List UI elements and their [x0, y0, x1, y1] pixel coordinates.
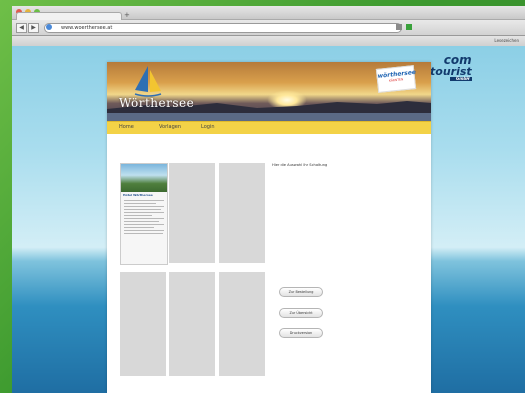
sailboat-icon [134, 66, 162, 97]
hotel-photo [121, 164, 167, 192]
address-bar[interactable]: www.woerthersee.at [44, 23, 402, 33]
comtourist-logo: com tourist GmbH [430, 53, 472, 81]
website-page: Wörthersee wörthersee KÄRNTEN Home Vorla… [107, 62, 431, 393]
template-slot[interactable] [169, 163, 215, 263]
new-tab-icon[interactable]: + [124, 11, 130, 19]
brochure-title: Hotel Wörthersee [123, 193, 153, 197]
intro-text: Hier die Auswahl Ihr Schaltung [272, 163, 328, 167]
template-slot[interactable] [219, 272, 265, 376]
navigation-bar: ◀ ▶ www.woerthersee.at [12, 20, 525, 36]
template-slot[interactable] [169, 272, 215, 376]
forward-button[interactable]: ▶ [28, 23, 39, 33]
menu-item-login[interactable]: Login [201, 124, 215, 130]
site-brand[interactable]: Wörthersee [119, 96, 194, 110]
toolbar-icons [396, 24, 412, 30]
overview-button[interactable]: Zur Übersicht [279, 308, 323, 318]
back-button[interactable]: ◀ [16, 23, 27, 33]
template-slot[interactable] [219, 163, 265, 263]
menu-item-vorlagen[interactable]: Vorlagen [159, 124, 181, 130]
feed-icon[interactable] [406, 24, 412, 30]
globe-icon [46, 24, 52, 30]
reload-icon[interactable] [396, 24, 402, 30]
site-header: Wörthersee wörthersee KÄRNTEN [107, 62, 431, 121]
brochure-text [121, 200, 167, 234]
menu-item-home[interactable]: Home [119, 124, 134, 130]
template-slot[interactable] [120, 272, 166, 376]
order-button[interactable]: Zur Bestellung [279, 287, 323, 297]
print-button[interactable]: Druckversion [279, 328, 323, 338]
site-menu: Home Vorlagen Login [107, 121, 431, 134]
bookmarks-label[interactable]: Lesezeichen [494, 38, 519, 43]
woerthersee-badge: wörthersee KÄRNTEN [375, 65, 416, 93]
brochure-preview[interactable]: Hotel Wörthersee [120, 163, 168, 265]
browser-window: + ◀ ▶ www.woerthersee.at Lesezeichen com… [12, 6, 525, 393]
title-bar: + [12, 6, 525, 21]
page-viewport: com tourist GmbH Wörthersee wörthersee K… [12, 46, 525, 393]
